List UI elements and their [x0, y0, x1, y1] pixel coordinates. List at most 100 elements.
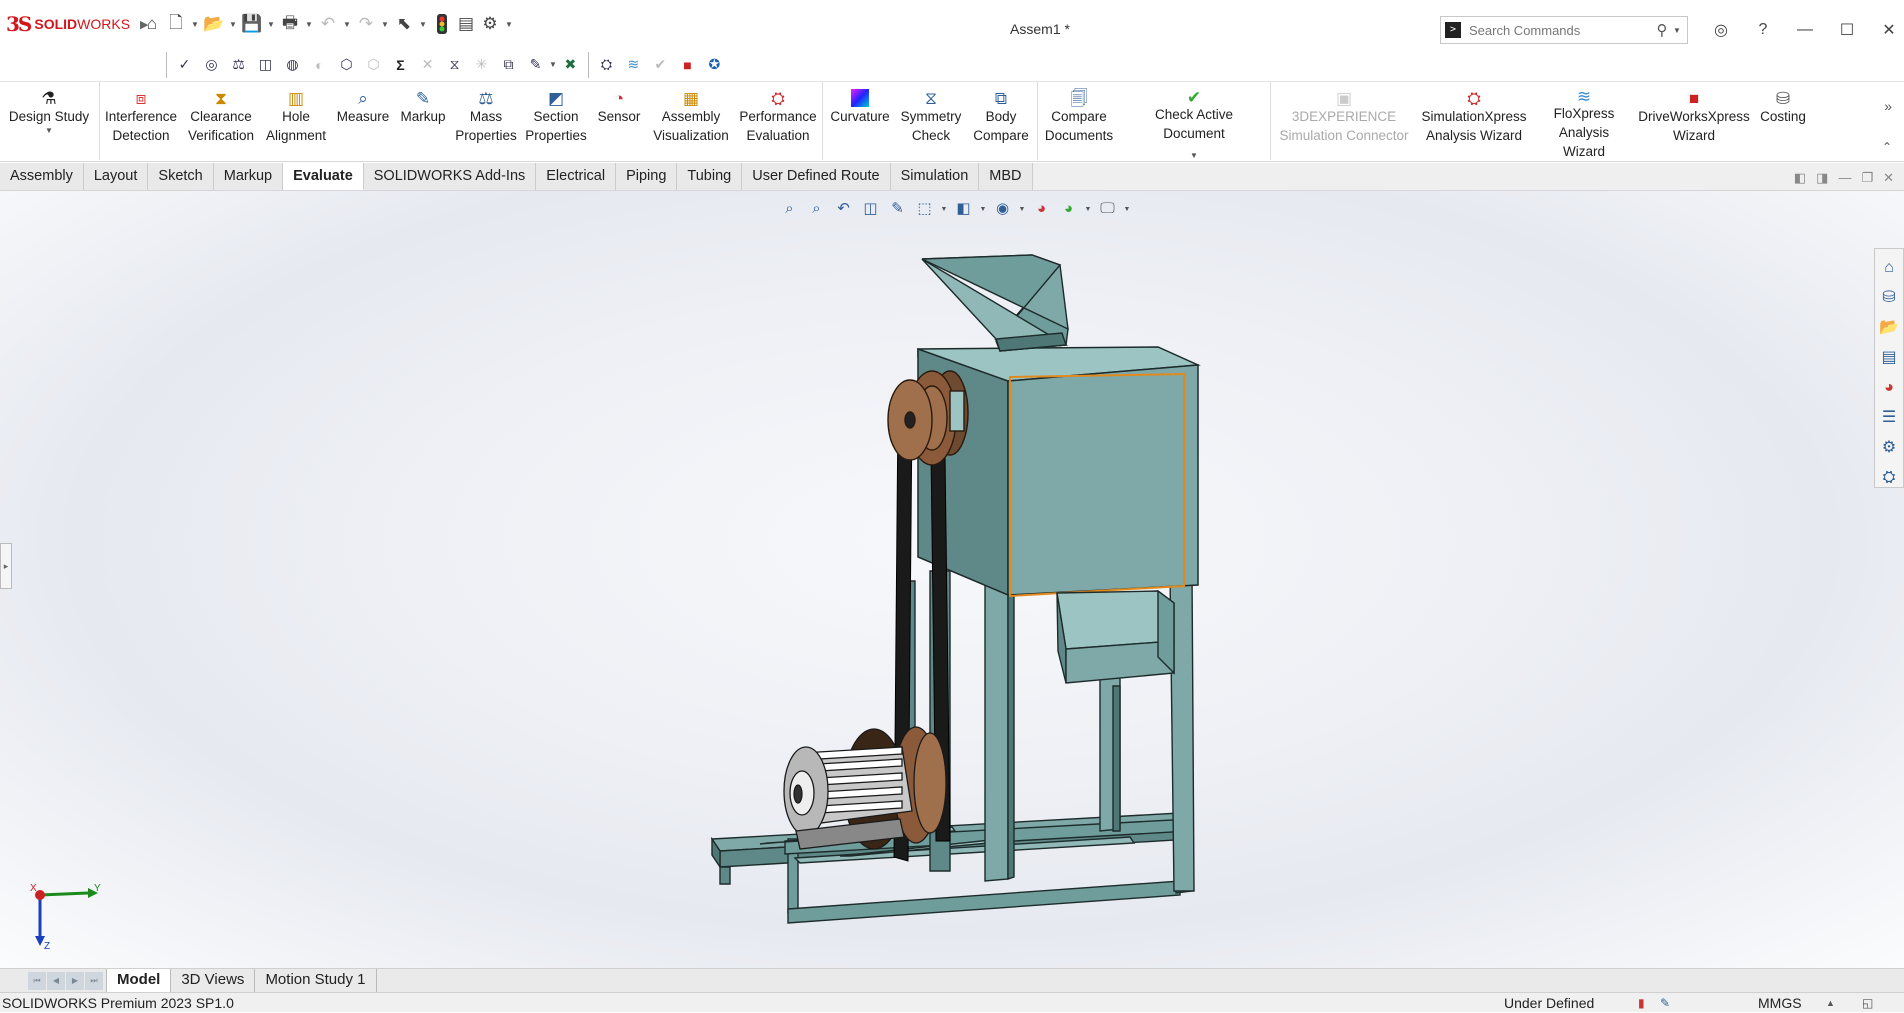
solidworks-resources-home-icon[interactable]: ⌂: [1876, 253, 1902, 283]
first-tab-icon[interactable]: ⏮: [28, 971, 46, 990]
rebuild-traffic-light-icon[interactable]: [430, 12, 454, 36]
doc-restore-icon[interactable]: ❐: [1861, 170, 1873, 186]
ribbon-overflow-chevron-icon[interactable]: »: [1884, 98, 1892, 114]
symmetry-icon[interactable]: ⧖: [441, 52, 468, 78]
tab-markup[interactable]: Markup: [213, 163, 284, 190]
tooltip-toggle-icon[interactable]: ◱: [1862, 993, 1873, 1013]
edit-assembly-icon[interactable]: ✎: [1660, 993, 1670, 1013]
body-compare-button[interactable]: ⧉ Body Compare: [966, 82, 1036, 161]
undo-dropdown-icon[interactable]: ▼: [340, 20, 354, 29]
costing-button[interactable]: ⛁ Costing: [1752, 82, 1814, 161]
driveworksxpress-button[interactable]: ■ DriveWorksXpress Wizard: [1636, 82, 1752, 161]
clearance-verification-button[interactable]: ⧗ Clearance Verification: [181, 82, 261, 161]
tile-left-icon[interactable]: ◧: [1794, 170, 1806, 186]
sum-icon[interactable]: Σ: [387, 52, 414, 78]
open-dropdown-icon[interactable]: ▼: [226, 20, 240, 29]
check-dropdown-icon[interactable]: ▼: [1190, 151, 1198, 161]
tab-tubing[interactable]: Tubing: [677, 163, 743, 190]
tab-user-defined-route[interactable]: User Defined Route: [742, 163, 891, 190]
save-dropdown-icon[interactable]: ▼: [264, 20, 278, 29]
tab-piping[interactable]: Piping: [616, 163, 678, 190]
markup-button[interactable]: ✎ Markup: [395, 82, 451, 161]
appearances-icon[interactable]: ◕: [1876, 373, 1902, 403]
feature-tree-expand-handle[interactable]: ▸: [0, 543, 12, 589]
print-icon[interactable]: 🖶: [278, 12, 302, 36]
geometry-dropdown-icon[interactable]: ▼: [549, 60, 557, 69]
geometry-analysis-icon[interactable]: ✎: [522, 52, 549, 78]
tab-mbd[interactable]: MBD: [979, 163, 1033, 190]
save-icon[interactable]: 💾: [240, 12, 264, 36]
graphics-area[interactable]: ⌕ ⌕ ↶ ◫ ✎ ⬚ ▼ ◧ ▼ ◉ ▼ ◕ ◕ ▼ 🖵 ▼ ⌂ ⛁ 📂 ▤ …: [0, 191, 1904, 968]
tab-3d-views[interactable]: 3D Views: [171, 969, 256, 992]
assembly-visualization-button[interactable]: ▦ Assembly Visualization: [647, 82, 735, 161]
options-gear-icon[interactable]: ⚙: [478, 12, 502, 36]
tab-model[interactable]: Model: [106, 969, 172, 992]
spell-check-icon[interactable]: ✓: [171, 52, 198, 78]
search-icon[interactable]: ⚲: [1651, 21, 1673, 39]
solidworks-forum-icon[interactable]: ⚙: [1876, 433, 1902, 463]
tab-simulation[interactable]: Simulation: [890, 163, 980, 190]
prev-tab-icon[interactable]: ◀: [47, 971, 65, 990]
measure-icon[interactable]: ◍: [279, 52, 306, 78]
tab-layout[interactable]: Layout: [83, 163, 149, 190]
simxpress-icon[interactable]: ⛭: [593, 52, 620, 78]
minimize-icon[interactable]: —: [1784, 21, 1826, 39]
tab-evaluate[interactable]: Evaluate: [283, 163, 364, 190]
options-dropdown-icon[interactable]: ▼: [502, 20, 516, 29]
undo-icon[interactable]: ↶: [316, 12, 340, 36]
rebuild-status-icon[interactable]: ▮: [1638, 993, 1645, 1013]
open-folder-icon[interactable]: 📂: [202, 12, 226, 36]
driveworks-icon[interactable]: ■: [674, 52, 701, 78]
new-document-icon[interactable]: 🗋: [164, 12, 188, 36]
tab-sketch[interactable]: Sketch: [148, 163, 214, 190]
print-dropdown-icon[interactable]: ▼: [302, 20, 316, 29]
units-dropdown-icon[interactable]: ▲: [1826, 993, 1835, 1013]
mass-properties-button[interactable]: ⚖ Mass Properties: [451, 82, 521, 161]
floxpress-icon[interactable]: ≋: [620, 52, 647, 78]
tab-electrical[interactable]: Electrical: [536, 163, 617, 190]
hole-alignment-button[interactable]: ▥ Hole Alignment: [261, 82, 331, 161]
custom-properties-icon[interactable]: ☰: [1876, 403, 1902, 433]
doc-minimize-icon[interactable]: —: [1838, 170, 1851, 186]
3dexperience-simulation-connector-button[interactable]: ▣ 3DEXPERIENCE Simulation Connector: [1272, 82, 1416, 161]
select-pointer-icon[interactable]: ⬉: [392, 12, 416, 36]
symmetry-check-button[interactable]: ⧖ Symmetry Check: [896, 82, 966, 161]
tab-assembly[interactable]: Assembly: [0, 163, 84, 190]
help-icon[interactable]: ?: [1742, 21, 1784, 39]
tab-solidworks-add-ins[interactable]: SOLIDWORKS Add-Ins: [363, 163, 537, 190]
collapse-ribbon-chevron-icon[interactable]: ⌃: [1882, 140, 1892, 154]
interference-detection-button[interactable]: ⧈ Interference Detection: [101, 82, 181, 161]
file-explorer-icon[interactable]: 📂: [1876, 313, 1902, 343]
tab-motion-study-1[interactable]: Motion Study 1: [255, 969, 377, 992]
measure-button[interactable]: ⌕ Measure: [331, 82, 395, 161]
doc-close-icon[interactable]: ✕: [1883, 170, 1894, 186]
user-account-icon[interactable]: ◎: [1700, 20, 1742, 40]
last-tab-icon[interactable]: ⏭: [85, 971, 103, 990]
assembly-model[interactable]: [0, 191, 1904, 968]
view-palette-icon[interactable]: ▤: [1876, 343, 1902, 373]
design-study-dropdown-icon[interactable]: ▼: [45, 126, 53, 136]
performance-evaluation-button[interactable]: ⛭ Performance Evaluation: [735, 82, 821, 161]
curvature-button[interactable]: Curvature: [824, 82, 896, 161]
disabled-cross-icon[interactable]: ✕: [414, 52, 441, 78]
design-study-button[interactable]: ⚗ Design Study ▼: [0, 82, 98, 161]
next-tab-icon[interactable]: ▶: [66, 971, 84, 990]
tile-right-icon[interactable]: ◨: [1816, 170, 1828, 186]
redo-icon[interactable]: ↷: [354, 12, 378, 36]
sensor-button[interactable]: ◔ Sensor: [591, 82, 647, 161]
disabled-check-icon[interactable]: ✔: [647, 52, 674, 78]
disabled-shield-icon[interactable]: ⬡: [360, 52, 387, 78]
3dexperience-marketplace-icon[interactable]: ⛭: [1876, 463, 1902, 493]
compare-icon[interactable]: ⧉: [495, 52, 522, 78]
design-library-icon[interactable]: ⛁: [1876, 283, 1902, 313]
clearance-icon[interactable]: ⚖: [225, 52, 252, 78]
solidworks-logo[interactable]: 3S SOLIDWORKS ▶: [0, 0, 149, 48]
costing-icon[interactable]: ✪: [701, 52, 728, 78]
excel-icon[interactable]: ✖: [557, 52, 584, 78]
section-properties-button[interactable]: ◩ Section Properties: [521, 82, 591, 161]
disabled-sensor-icon[interactable]: ✳: [468, 52, 495, 78]
redo-dropdown-icon[interactable]: ▼: [378, 20, 392, 29]
check-icon[interactable]: ⬡: [333, 52, 360, 78]
unit-system[interactable]: MMGS: [1758, 993, 1802, 1013]
maximize-icon[interactable]: ☐: [1826, 20, 1868, 40]
